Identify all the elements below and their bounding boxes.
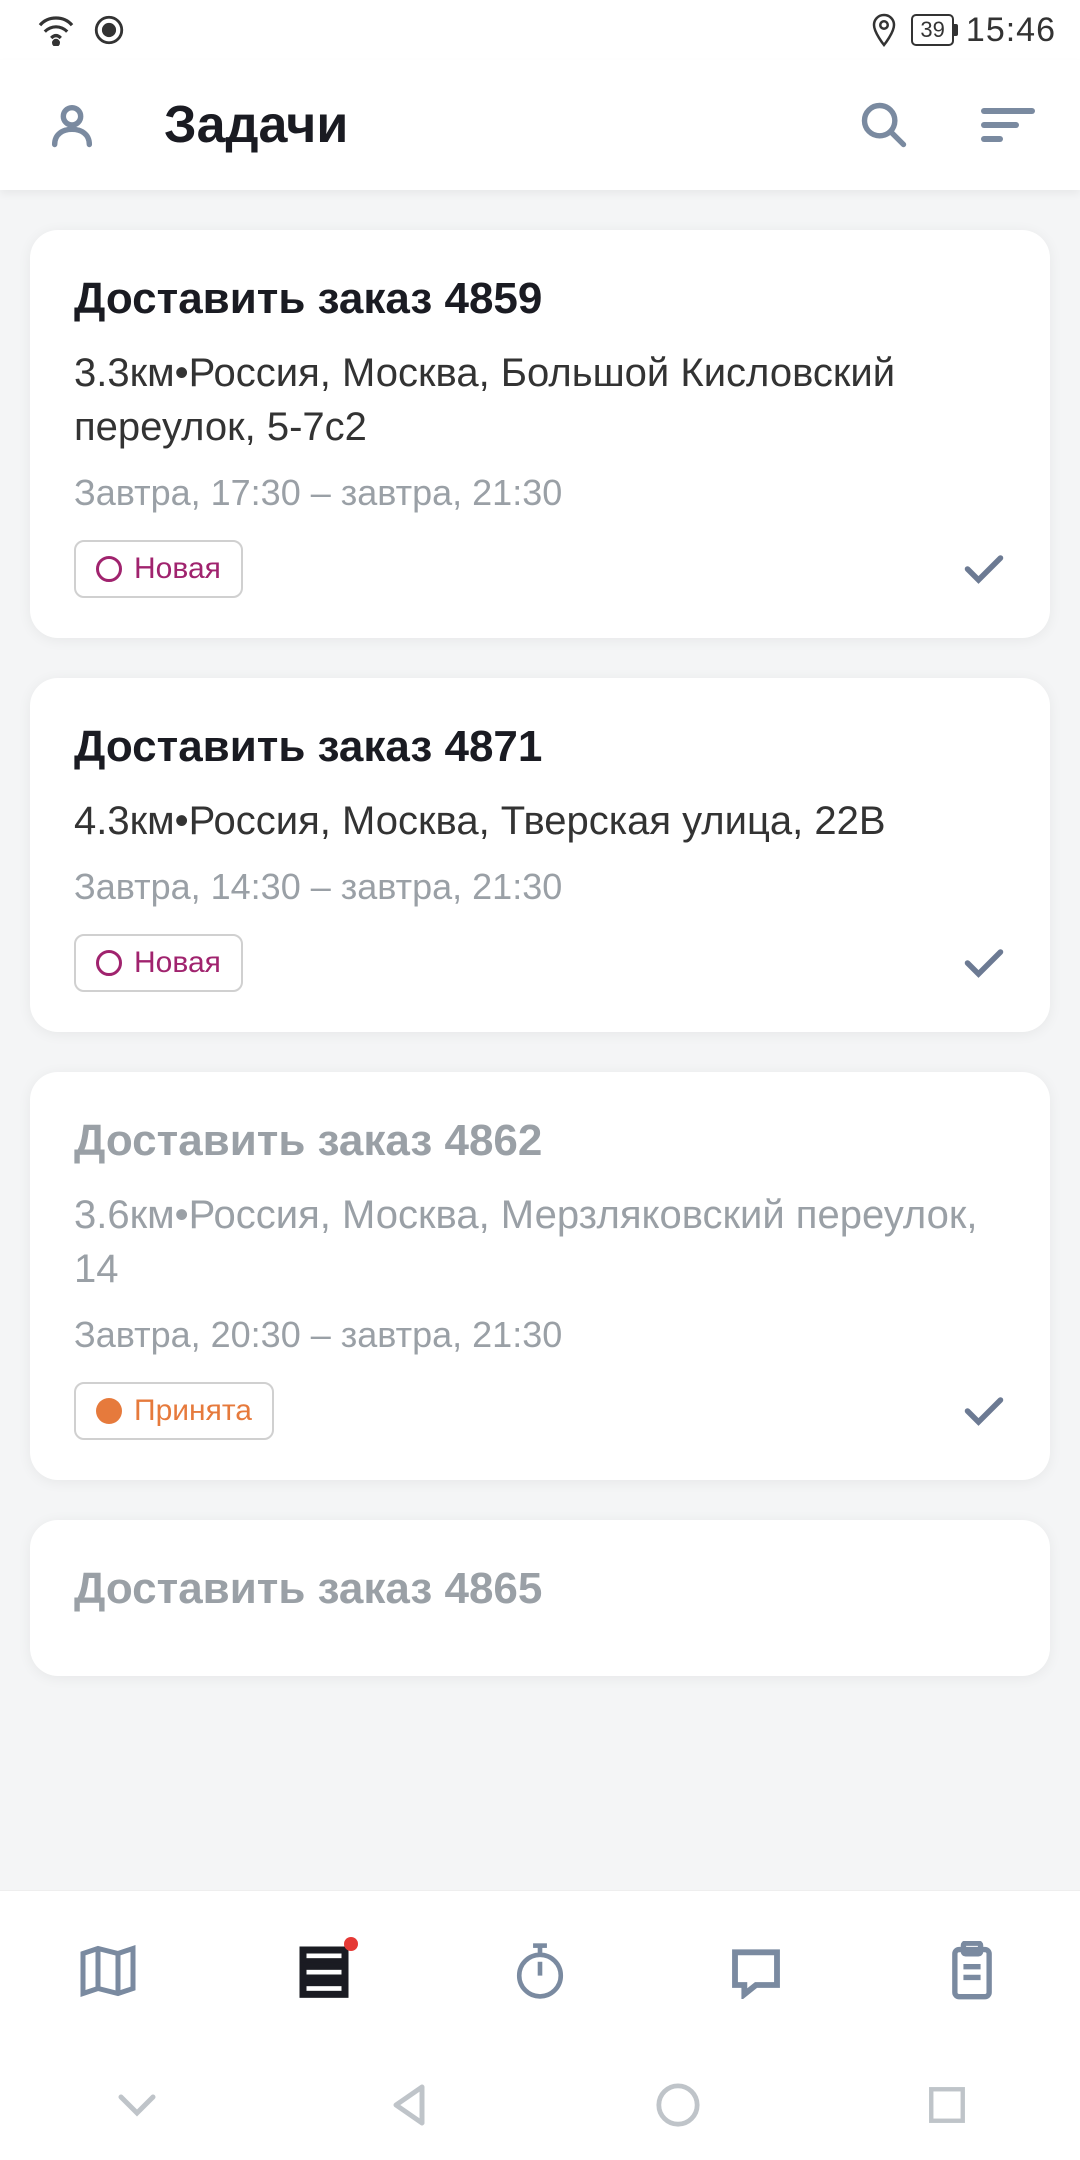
card-footer: Новая <box>74 934 1006 992</box>
task-time: Завтра, 20:30 – завтра, 21:30 <box>74 1314 1006 1356</box>
filter-button[interactable] <box>976 93 1040 157</box>
nav-timer[interactable] <box>500 1931 580 2011</box>
task-title: Доставить заказ 4871 <box>74 722 1006 772</box>
battery-indicator: 39 <box>911 14 953 46</box>
status-badge: Новая <box>74 540 243 598</box>
badge-label: Новая <box>134 946 221 980</box>
task-list: Доставить заказ 4859 3.3км•Россия, Москв… <box>0 190 1080 1890</box>
wifi-icon <box>36 14 76 46</box>
sys-back-icon[interactable] <box>386 2081 430 2129</box>
badge-dot-icon <box>96 950 122 976</box>
sys-recent-icon[interactable] <box>926 2084 968 2126</box>
location-icon <box>869 12 899 48</box>
status-badge: Принята <box>74 1382 274 1440</box>
search-button[interactable] <box>852 93 916 157</box>
task-card[interactable]: Доставить заказ 4859 3.3км•Россия, Москв… <box>30 230 1050 638</box>
clock: 15:46 <box>966 11 1056 50</box>
badge-label: Новая <box>134 552 221 586</box>
nav-tasks[interactable] <box>284 1931 364 2011</box>
sys-home-icon[interactable] <box>655 2082 701 2128</box>
nav-badge-dot <box>344 1937 358 1951</box>
battery-level: 39 <box>920 17 944 42</box>
nav-clipboard[interactable] <box>932 1931 1012 2011</box>
task-time: Завтра, 17:30 – завтра, 21:30 <box>74 472 1006 514</box>
card-footer: Новая <box>74 540 1006 598</box>
profile-button[interactable] <box>40 93 104 157</box>
nav-map[interactable] <box>68 1931 148 2011</box>
sys-down-icon[interactable] <box>113 2090 161 2120</box>
task-title: Доставить заказ 4862 <box>74 1116 1006 1166</box>
page-title: Задачи <box>164 95 812 155</box>
task-address: 4.3км•Россия, Москва, Тверская улица, 22… <box>74 794 1006 848</box>
check-icon[interactable] <box>962 1393 1006 1429</box>
task-title: Доставить заказ 4859 <box>74 274 1006 324</box>
task-card[interactable]: Доставить заказ 4862 3.6км•Россия, Москв… <box>30 1072 1050 1480</box>
check-icon[interactable] <box>962 945 1006 981</box>
check-icon[interactable] <box>962 551 1006 587</box>
task-time: Завтра, 14:30 – завтра, 21:30 <box>74 866 1006 908</box>
status-left <box>36 13 126 47</box>
target-icon <box>92 13 126 47</box>
status-badge: Новая <box>74 934 243 992</box>
task-title: Доставить заказ 4865 <box>74 1564 1006 1614</box>
task-card[interactable]: Доставить заказ 4865 <box>30 1520 1050 1676</box>
system-nav <box>0 2050 1080 2160</box>
nav-chat[interactable] <box>716 1931 796 2011</box>
task-card[interactable]: Доставить заказ 4871 4.3км•Россия, Москв… <box>30 678 1050 1032</box>
status-right: 39 15:46 <box>869 11 1056 50</box>
bottom-nav <box>0 1890 1080 2050</box>
card-footer: Принята <box>74 1382 1006 1440</box>
task-address: 3.6км•Россия, Москва, Мерзляковский пере… <box>74 1188 1006 1296</box>
status-bar: 39 15:46 <box>0 0 1080 60</box>
badge-dot-icon <box>96 1398 122 1424</box>
app-header: Задачи <box>0 60 1080 190</box>
badge-dot-icon <box>96 556 122 582</box>
task-address: 3.3км•Россия, Москва, Большой Кисловский… <box>74 346 1006 454</box>
badge-label: Принята <box>134 1394 252 1428</box>
